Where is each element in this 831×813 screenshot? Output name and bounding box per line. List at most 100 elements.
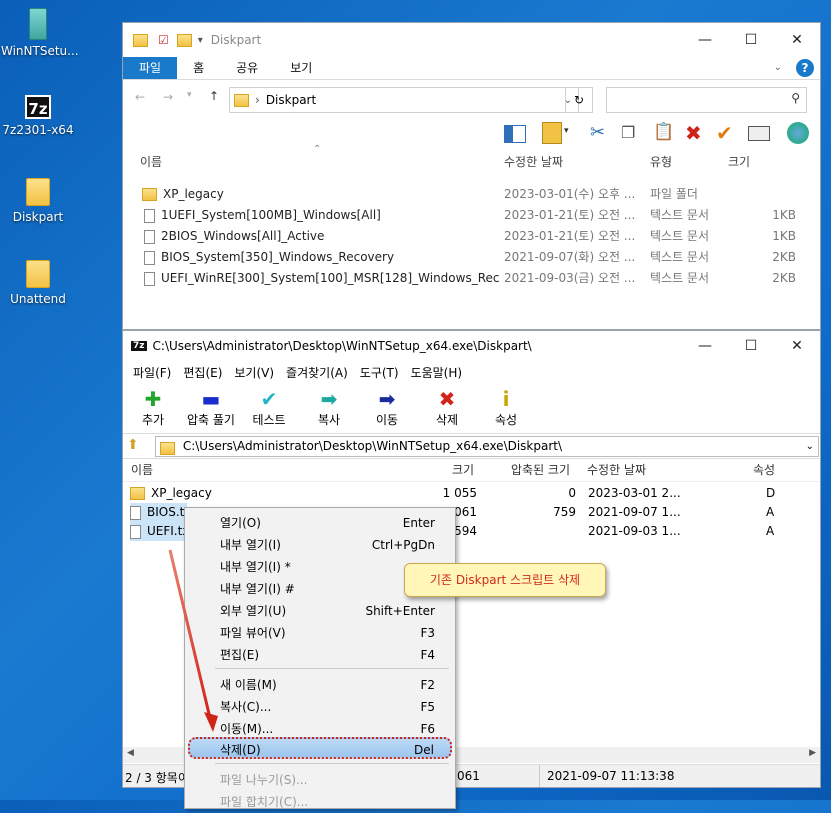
- scroll-right-icon[interactable]: ▶: [809, 748, 816, 758]
- col-packed[interactable]: 압축된 크기: [511, 459, 570, 481]
- menu-help[interactable]: 도움말(H): [405, 364, 469, 381]
- toolbar-button-label: 추가: [141, 413, 165, 427]
- menu-item-label: 파일 합치기(C)...: [220, 795, 309, 809]
- maximize-button[interactable]: ☐: [728, 331, 774, 361]
- up-icon[interactable]: ↑: [209, 89, 219, 103]
- col-name[interactable]: 이름: [140, 150, 162, 174]
- menu-bar: 파일(F) 편집(E) 보기(V) 즐겨찾기(A) 도구(T) 도움말(H): [123, 361, 820, 383]
- cut-icon[interactable]: ✂: [590, 122, 605, 143]
- toolbar-button-info[interactable]: i 속성: [478, 387, 534, 428]
- toolbar-button-move[interactable]: ➡ 이동: [359, 387, 415, 428]
- context-menu-item[interactable]: 파일 합치기(C)...: [185, 791, 455, 813]
- explorer-titlebar: ☑ ▾ Diskpart — ☐ ✕: [123, 23, 820, 57]
- expand-ribbon-icon[interactable]: ⌄: [774, 57, 790, 79]
- status-date: 2021-09-07 11:13:38: [547, 769, 675, 783]
- toolbar-button-delete[interactable]: ✖ 삭제: [419, 387, 475, 428]
- col-attr[interactable]: 속성: [753, 459, 775, 481]
- desktop-icon-label: WinNTSetu...: [1, 44, 79, 58]
- desktop-icon-diskpart[interactable]: Diskpart: [1, 178, 75, 224]
- path-dropdown-icon[interactable]: ⌄: [806, 437, 814, 456]
- col-name[interactable]: 이름: [131, 459, 153, 481]
- file-name: 1UEFI_System[100MB]_Windows[All]: [161, 208, 381, 222]
- clipboard-icon[interactable]: 📋: [653, 122, 674, 142]
- address-bar[interactable]: › Diskpart ⌄: [229, 87, 579, 113]
- chevron-down-icon[interactable]: ▾: [198, 35, 203, 46]
- context-menu-item[interactable]: 파일 나누기(S)...: [185, 769, 455, 791]
- back-icon[interactable]: ←: [135, 90, 145, 104]
- paste-icon[interactable]: [542, 122, 562, 144]
- toolbar-button-copy[interactable]: ➡ 복사: [301, 387, 357, 428]
- menu-edit[interactable]: 편집(E): [177, 364, 228, 381]
- pane-icon[interactable]: [504, 125, 526, 143]
- chevron-down-icon[interactable]: ▾: [564, 126, 569, 136]
- menu-item-shortcut: Ctrl+PgDn: [371, 538, 435, 552]
- globe-icon[interactable]: [787, 122, 809, 144]
- minimize-button[interactable]: —: [682, 23, 728, 57]
- recent-chevron-icon[interactable]: ▾: [187, 90, 192, 100]
- archive-item-name: XP_legacy: [151, 486, 212, 500]
- tab-view[interactable]: 보기: [274, 57, 328, 79]
- desktop-icon-unattend[interactable]: Unattend: [1, 260, 75, 306]
- toolbar-button-test[interactable]: ✔ 테스트: [241, 387, 297, 428]
- text-file-icon: [144, 271, 155, 286]
- menu-item-shortcut: Shift+Enter: [365, 604, 435, 618]
- menu-item-shortcut: F3: [420, 626, 435, 640]
- file-row[interactable]: XP_legacy 2023-03-01(수) 오후 ... 파일 폴더: [123, 184, 820, 205]
- menu-file[interactable]: 파일(F): [127, 364, 177, 381]
- archive-item-packed: 759: [553, 505, 576, 519]
- col-size[interactable]: 크기: [452, 459, 474, 481]
- menu-tools[interactable]: 도구(T): [354, 364, 405, 381]
- minimize-button[interactable]: —: [682, 331, 728, 361]
- file-row[interactable]: 1UEFI_System[100MB]_Windows[All] 2023-01…: [123, 205, 820, 226]
- archive-item-size: 1 055: [442, 486, 477, 500]
- menu-item-shortcut: F5: [420, 700, 435, 714]
- context-menu-item[interactable]: 열기(O) Enter: [185, 512, 455, 534]
- file-row[interactable]: 2BIOS_Windows[All]_Active 2023-01-21(토) …: [123, 226, 820, 247]
- menu-favorites[interactable]: 즐겨찾기(A): [280, 364, 354, 381]
- copy-icon[interactable]: ❐: [621, 123, 635, 142]
- rename-icon[interactable]: [748, 126, 770, 141]
- context-menu-item-delete[interactable]: 삭제(D) Del: [188, 737, 452, 759]
- path-input[interactable]: C:\Users\Administrator\Desktop\WinNTSetu…: [155, 436, 819, 457]
- col-type[interactable]: 유형: [650, 150, 672, 174]
- toolbar-button-add[interactable]: ✚ 추가: [125, 387, 181, 428]
- toolbar-button-extract[interactable]: ▬ 압축 풀기: [183, 387, 239, 428]
- properties-icon[interactable]: ☑: [158, 33, 169, 47]
- archive-item-modified: 2023-03-01 2...: [588, 486, 681, 500]
- archive-item-packed: 0: [568, 486, 576, 500]
- search-input[interactable]: ⚲: [606, 87, 807, 113]
- tab-home[interactable]: 홈: [177, 57, 220, 79]
- col-date[interactable]: 수정한 날짜: [504, 150, 563, 174]
- help-icon[interactable]: ?: [796, 59, 814, 77]
- check-icon[interactable]: ✔: [716, 121, 733, 145]
- new-folder-icon[interactable]: [176, 33, 192, 47]
- file-row[interactable]: UEFI_WinRE[300]_System[100]_MSR[128]_Win…: [123, 268, 820, 289]
- menu-item-label: 열기(O): [220, 516, 261, 530]
- delete-icon[interactable]: ✖: [685, 121, 702, 145]
- menu-separator: [215, 763, 449, 764]
- col-modified[interactable]: 수정한 날짜: [587, 459, 646, 481]
- annotation-arrow: [168, 549, 218, 732]
- toolbar-button-label: 테스트: [252, 413, 286, 427]
- close-button[interactable]: ✕: [774, 331, 820, 361]
- close-button[interactable]: ✕: [774, 23, 820, 57]
- toolbar-button-label: 복사: [317, 413, 341, 427]
- window-title: C:\Users\Administrator\Desktop\WinNTSetu…: [152, 339, 532, 353]
- desktop-icon-winntsetup[interactable]: WinNTSetu...: [1, 8, 79, 58]
- desktop-icon-7zip[interactable]: 7z 7z2301-x64: [1, 95, 75, 137]
- file-type: 텍스트 문서: [650, 208, 710, 222]
- maximize-button[interactable]: ☐: [728, 23, 774, 57]
- archive-row[interactable]: XP_legacy 1 055 0 2023-03-01 2... D: [123, 484, 820, 503]
- tab-share[interactable]: 공유: [220, 57, 274, 79]
- refresh-button[interactable]: ↻: [565, 87, 593, 113]
- text-file-icon: [144, 208, 155, 223]
- tab-file[interactable]: 파일: [123, 57, 178, 79]
- status-count: 2 / 3 항목이: [125, 771, 189, 785]
- folder-up-icon[interactable]: ⬆: [127, 437, 139, 453]
- menu-item-shortcut: Del: [414, 743, 434, 757]
- menu-view[interactable]: 보기(V): [228, 364, 280, 381]
- scroll-left-icon[interactable]: ◀: [127, 748, 134, 758]
- forward-icon[interactable]: →: [163, 90, 173, 104]
- col-size[interactable]: 크기: [728, 150, 750, 174]
- file-row[interactable]: BIOS_System[350]_Windows_Recovery 2021-0…: [123, 247, 820, 268]
